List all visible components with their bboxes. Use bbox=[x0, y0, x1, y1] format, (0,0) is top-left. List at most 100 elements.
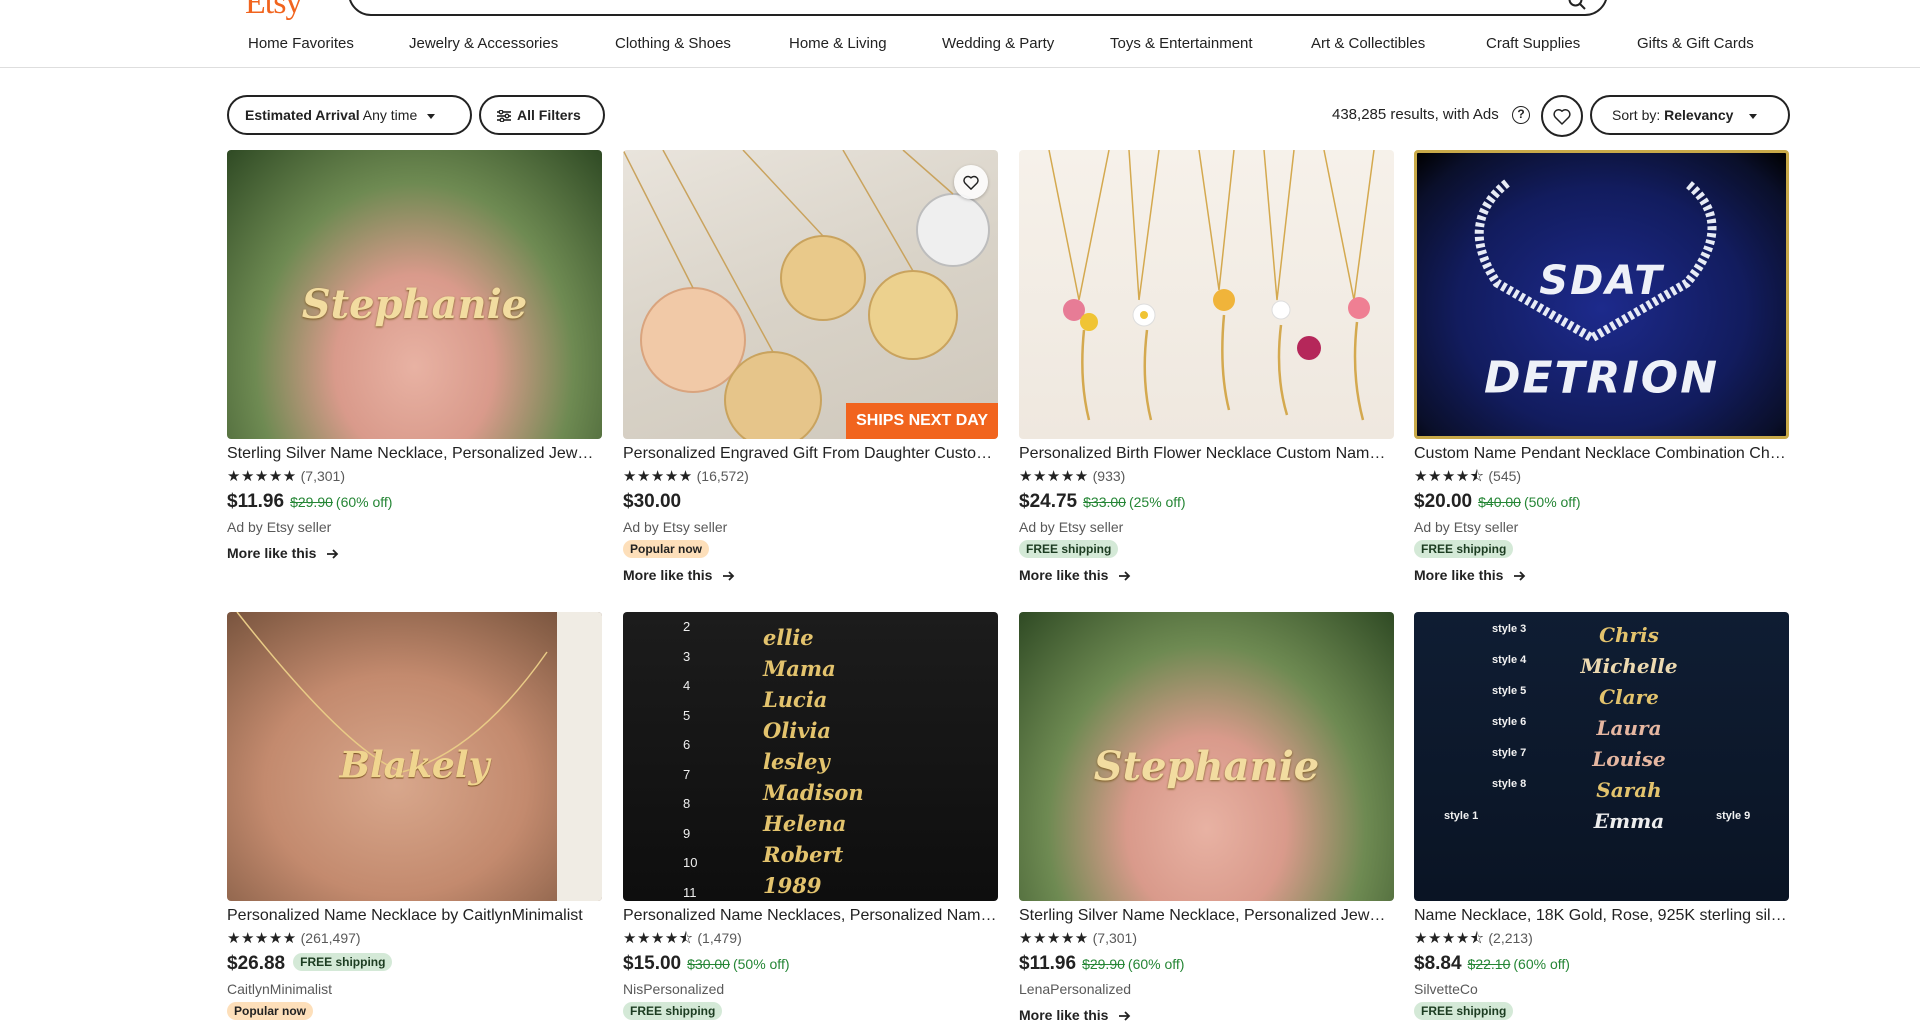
account-icons[interactable] bbox=[1652, 0, 1772, 4]
results-count: 438,285 results, with Ads bbox=[1332, 106, 1499, 123]
product-image[interactable]: SHIPS NEXT DAY bbox=[623, 150, 998, 439]
star-rating-icon: ★★★★⯪ bbox=[623, 930, 694, 947]
product-title[interactable]: Personalized Engraved Gift From Daughter… bbox=[623, 444, 998, 464]
popular-now-badge: Popular now bbox=[227, 1002, 313, 1020]
all-filters-label: All Filters bbox=[517, 107, 581, 123]
seller[interactable]: LenaPersonalized bbox=[1019, 980, 1394, 998]
name-sample: Michelle bbox=[1580, 654, 1678, 678]
save-search-button[interactable] bbox=[1541, 95, 1583, 137]
seller: Ad by Etsy seller bbox=[227, 519, 332, 535]
estimated-arrival-dropdown[interactable]: Estimated Arrival Any time bbox=[227, 95, 472, 135]
product-title[interactable]: Custom Name Pendant Necklace Combination… bbox=[1414, 444, 1789, 464]
seller[interactable]: SilvetteCo bbox=[1414, 980, 1789, 998]
arrow-right-icon bbox=[1514, 571, 1526, 581]
product-card[interactable]: Stephanie Sterling Silver Name Necklace,… bbox=[1019, 612, 1394, 1025]
original-price: $29.90 bbox=[290, 494, 333, 510]
nav-jewelry-accessories[interactable]: Jewelry & Accessories bbox=[409, 32, 558, 56]
product-title[interactable]: Personalized Name Necklaces, Personalize… bbox=[623, 906, 998, 926]
product-card[interactable]: Personalized Birth Flower Necklace Custo… bbox=[1019, 150, 1394, 585]
arrival-value: Any time bbox=[362, 107, 418, 123]
nav-clothing-shoes[interactable]: Clothing & Shoes bbox=[615, 32, 731, 56]
style-number-column: 2 3 4 5 6 7 8 9 10 11 bbox=[683, 612, 723, 901]
rating: ★★★★★ (933) bbox=[1019, 467, 1394, 486]
help-icon[interactable]: ? bbox=[1512, 106, 1530, 124]
sort-dropdown[interactable]: Sort by: Relevancy bbox=[1590, 95, 1790, 135]
nav-home-living[interactable]: Home & Living bbox=[789, 32, 887, 56]
style-number: 3 bbox=[683, 648, 691, 664]
style-number: 7 bbox=[683, 766, 691, 782]
name-sample: Robert bbox=[763, 842, 844, 867]
name-sample: 1989 bbox=[763, 873, 822, 898]
pendant-illustration bbox=[623, 150, 990, 439]
more-like-this-link[interactable]: More like this bbox=[1019, 1005, 1394, 1025]
review-count: (545) bbox=[1488, 468, 1522, 484]
price: $30.00 bbox=[623, 491, 682, 512]
more-like-label: More like this bbox=[623, 567, 713, 583]
product-image[interactable]: style 3 style 4 style 5 style 6 style 7 … bbox=[1414, 612, 1789, 901]
style-label: style 9 bbox=[1716, 810, 1751, 822]
product-image[interactable]: SDAT DETRION bbox=[1414, 150, 1789, 439]
style-number: 5 bbox=[683, 707, 691, 723]
nav-home-favorites[interactable]: Home Favorites bbox=[248, 32, 354, 56]
product-title[interactable]: Personalized Birth Flower Necklace Custo… bbox=[1019, 444, 1394, 464]
price-row: $11.96 $29.90 (60% off) bbox=[227, 491, 602, 514]
arrow-right-icon bbox=[327, 549, 339, 559]
rating: ★★★★★ (261,497) bbox=[227, 929, 602, 948]
rating: ★★★★⯪ (545) bbox=[1414, 467, 1789, 486]
more-like-this-link[interactable]: More like this bbox=[1414, 565, 1789, 585]
product-card[interactable]: style 3 style 4 style 5 style 6 style 7 … bbox=[1414, 612, 1789, 1020]
free-shipping-badge: FREE shipping bbox=[1414, 540, 1514, 558]
product-card[interactable]: SHIPS NEXT DAY Personalized Engraved Gif… bbox=[623, 150, 998, 585]
nav-toys-entertainment[interactable]: Toys & Entertainment bbox=[1110, 32, 1253, 56]
search-input[interactable] bbox=[348, 0, 1608, 16]
product-title[interactable]: Sterling Silver Name Necklace, Personali… bbox=[1019, 906, 1394, 926]
name-sample: Louise bbox=[1592, 747, 1666, 771]
star-rating-icon: ★★★★⯪ bbox=[1414, 930, 1485, 947]
star-rating-icon: ★★★★★ bbox=[1019, 468, 1089, 485]
thumb-name-text: Stephanie bbox=[301, 280, 528, 328]
product-card[interactable]: Stephanie Sterling Silver Name Necklace,… bbox=[227, 150, 602, 563]
more-like-this-link[interactable]: More like this bbox=[227, 543, 602, 563]
search-icon[interactable] bbox=[1568, 0, 1586, 10]
nav-wedding-party[interactable]: Wedding & Party bbox=[942, 32, 1054, 56]
seller[interactable]: NisPersonalized bbox=[623, 980, 998, 998]
free-shipping-badge: FREE shipping bbox=[623, 1002, 723, 1020]
product-card[interactable]: 2 3 4 5 6 7 8 9 10 11 ellie Mama Lucia O… bbox=[623, 612, 998, 1020]
product-card[interactable]: SDAT DETRION Custom Name Pendant Necklac… bbox=[1414, 150, 1789, 585]
discount: (60% off) bbox=[1513, 956, 1570, 972]
all-filters-button[interactable]: All Filters bbox=[479, 95, 605, 135]
product-image[interactable] bbox=[1019, 150, 1394, 439]
star-rating-icon: ★★★★★ bbox=[1019, 930, 1089, 947]
original-price: $29.90 bbox=[1082, 956, 1125, 972]
review-count: (16,572) bbox=[696, 468, 749, 484]
discount: (50% off) bbox=[732, 956, 790, 972]
nav-gifts-gift-cards[interactable]: Gifts & Gift Cards bbox=[1637, 32, 1754, 56]
price: $8.84 bbox=[1414, 953, 1462, 974]
price-row: $20.00 $40.00 (50% off) bbox=[1414, 491, 1789, 514]
product-title[interactable]: Personalized Name Necklace by CaitlynMin… bbox=[227, 906, 602, 926]
price-row: $15.00 $30.00 (50% off) bbox=[623, 953, 998, 976]
more-like-this-link[interactable]: More like this bbox=[1019, 565, 1394, 585]
name-samples-column: Chris Michelle Clare Laura Louise Sarah … bbox=[1559, 620, 1699, 837]
name-sample: lesley bbox=[763, 749, 830, 774]
favorite-button[interactable] bbox=[954, 165, 988, 199]
star-rating-icon: ★★★★★ bbox=[227, 930, 297, 947]
nav-craft-supplies[interactable]: Craft Supplies bbox=[1486, 32, 1580, 56]
caret-down-icon bbox=[1749, 113, 1758, 119]
more-like-label: More like this bbox=[1019, 1007, 1109, 1023]
product-image[interactable]: Stephanie bbox=[227, 150, 602, 439]
nav-art-collectibles[interactable]: Art & Collectibles bbox=[1311, 32, 1425, 56]
product-image[interactable]: Blakely bbox=[227, 612, 602, 901]
review-count: (7,301) bbox=[1092, 930, 1137, 946]
seller: Ad by Etsy seller bbox=[623, 519, 728, 535]
product-title[interactable]: Sterling Silver Name Necklace, Personali… bbox=[227, 444, 602, 464]
product-image[interactable]: 2 3 4 5 6 7 8 9 10 11 ellie Mama Lucia O… bbox=[623, 612, 998, 901]
product-card[interactable]: Blakely Personalized Name Necklace by Ca… bbox=[227, 612, 602, 1020]
product-image[interactable]: Stephanie bbox=[1019, 612, 1394, 901]
seller[interactable]: CaitlynMinimalist bbox=[227, 980, 602, 998]
more-like-this-link[interactable]: More like this bbox=[623, 565, 998, 585]
thumb-name-text: Stephanie bbox=[1093, 742, 1320, 790]
original-price: $33.00 bbox=[1083, 494, 1126, 510]
etsy-logo[interactable]: Etsy bbox=[245, 0, 302, 22]
product-title[interactable]: Name Necklace, 18K Gold, Rose, 925K ster… bbox=[1414, 906, 1789, 926]
